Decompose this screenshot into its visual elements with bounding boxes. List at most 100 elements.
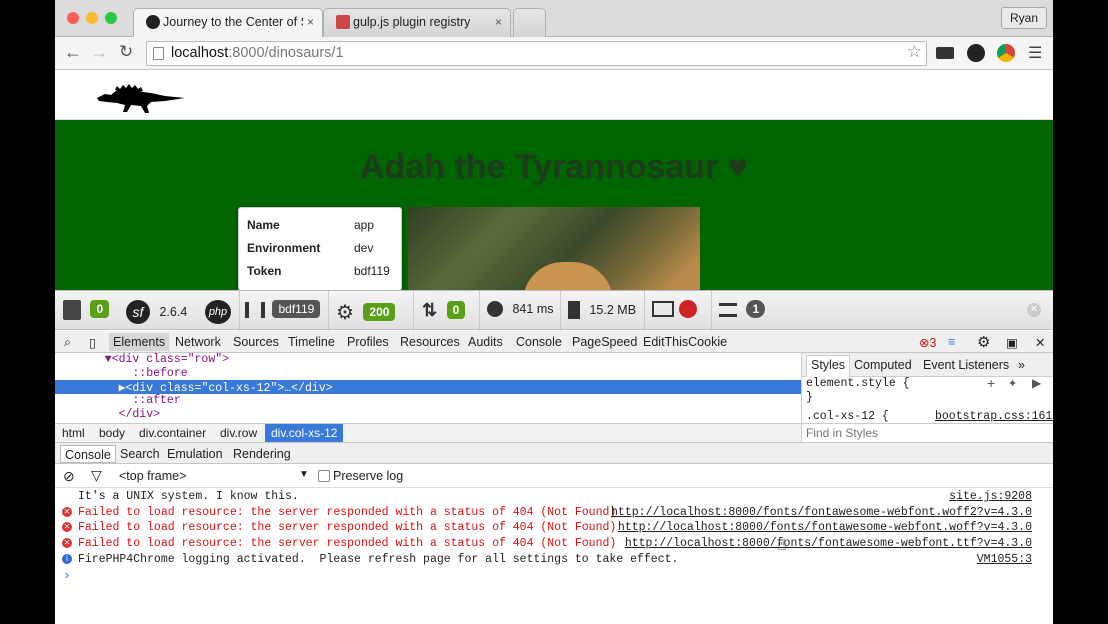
logs-panel[interactable]: 1 [719,300,766,322]
crumb-row[interactable]: div.row [220,426,257,440]
drawer-tab-console[interactable]: Console [60,445,116,463]
drawer-tab-search[interactable]: Search [120,447,160,461]
close-tab-icon[interactable]: × [495,15,502,29]
tab-timeline[interactable]: Timeline [288,335,335,349]
element-style-rule[interactable]: element.style { [806,377,910,390]
close-tab-icon[interactable]: × [307,15,314,29]
logs-list-icon [719,302,737,317]
tree-node[interactable]: </div> [91,408,801,422]
tree-node[interactable]: ▼<div class="row"> [91,353,801,367]
new-tab-button[interactable] [513,8,546,37]
css-rule-source-link[interactable]: bootstrap.css:1619 [935,410,1053,423]
console-drawer-icon[interactable]: ≡ [948,335,955,349]
address-bar[interactable]: localhost:8000/dinosaurs/1 ☆ [146,41,927,66]
console-error: ✕ Failed to load resource: the server re… [55,520,1053,536]
php-panel[interactable]: php [205,300,231,324]
tree-node[interactable]: ::after [91,394,801,408]
clipboard-icon [63,300,81,320]
ajax-panel[interactable]: ⇅ 0 [422,300,466,322]
error-count[interactable]: ⊗3 [919,335,936,350]
tab-resources[interactable]: Resources [400,335,460,349]
tab-journey[interactable]: Journey to the Center of Sy × [133,8,323,37]
flame-extension-icon[interactable] [967,44,985,62]
crumb-html[interactable]: html [62,426,85,440]
crumb-col-xs-12[interactable]: div.col-xs-12 [265,424,344,442]
close-window-icon[interactable] [67,12,79,24]
filter-icon[interactable]: ▽ [91,467,102,484]
close-toolbar-icon[interactable]: ✕ [1027,303,1041,317]
request-time: 841 ms [512,302,554,316]
divider [479,291,480,331]
find-in-styles-input[interactable] [802,423,1053,442]
preserve-log-checkbox[interactable] [318,470,330,482]
back-icon[interactable]: ← [64,42,82,63]
dinosaur-logo-icon[interactable] [95,84,187,116]
tab-network[interactable]: Network [175,335,221,349]
dock-icon[interactable]: ▣ [1006,335,1018,350]
ajax-badge: 0 [446,300,466,319]
tab-styles[interactable]: Styles [806,355,851,377]
add-rule-icon[interactable]: + [987,375,995,391]
tab-profiles[interactable]: Profiles [347,335,389,349]
chrome-extension-icon[interactable] [997,44,1015,62]
close-devtools-icon[interactable]: ✕ [1035,335,1045,350]
message-source-link[interactable]: http://localhost:8000/fonts/fontawesome-… [625,537,1032,550]
symfony-version-panel[interactable]: sf 2.6.4 [126,300,187,324]
tab-console[interactable]: Console [516,335,562,349]
email-panel[interactable] [652,300,698,322]
browser-window: Journey to the Center of Sy × gulp.js pl… [55,0,1053,624]
message-source-link[interactable]: site.js:9208 [949,490,1032,503]
zoom-window-icon[interactable] [105,12,117,24]
tab-editthiscookie[interactable]: EditThisCookie [643,335,727,349]
forward-icon[interactable]: → [90,42,108,63]
crumb-container[interactable]: div.container [139,426,206,440]
drawer-tab-emulation[interactable]: Emulation [167,447,223,461]
clear-console-icon[interactable]: ⊘ [63,468,75,485]
config-panel[interactable]: 0 [63,300,110,322]
star-icon[interactable]: ☆ [907,42,922,62]
stopwatch-icon [487,301,503,317]
drawer-tab-rendering[interactable]: Rendering [233,447,291,461]
drawer-tabbar: Console Search Emulation Rendering [55,442,1053,464]
profile-button[interactable]: Ryan [1000,7,1047,29]
request-panel[interactable]: bdf119 [245,300,325,322]
more-tabs-icon[interactable]: » [1018,358,1025,372]
device-mode-icon[interactable]: ▯ [89,335,96,350]
css-rule-selector[interactable]: .col-xs-12 { [806,410,889,423]
status-panel[interactable]: ⚙ 200 [336,300,396,324]
search-icon[interactable]: ⌕ [64,335,71,350]
memory-usage: 15.2 MB [589,303,637,317]
tree-node-selected[interactable]: ▶<div class="col-xs-12">…</div> [55,380,801,395]
frame-select[interactable]: <top frame> [119,469,186,483]
styles-pane: Styles Computed Event Listeners » elemen… [801,353,1053,442]
tree-node[interactable]: ::before [91,367,801,381]
tab-computed[interactable]: Computed [854,358,912,372]
crumb-body[interactable]: body [99,426,125,440]
console-prompt[interactable]: › [55,568,1053,584]
reload-icon[interactable]: ↻ [119,42,133,62]
settings-gear-icon[interactable]: ⚙ [977,333,990,351]
terminal-extension-icon[interactable] [936,47,954,59]
logs-badge: 1 [746,300,766,318]
tab-event-listeners[interactable]: Event Listeners [923,358,1009,372]
tab-audits[interactable]: Audits [468,335,503,349]
tab-sources[interactable]: Sources [233,335,279,349]
message-source-link[interactable]: http://localhost:8000/fonts/fontawesome-… [618,521,1032,534]
message-source-link[interactable]: VM1055:3 [977,553,1032,566]
menu-icon[interactable]: ☰ [1028,43,1042,63]
element-state-icon[interactable]: ✦ [1008,377,1017,390]
closing-brace: } [806,391,813,404]
error-icon: ✕ [62,522,72,532]
tab-elements[interactable]: Elements [109,333,170,351]
animation-icon[interactable]: ▶ [1032,376,1041,390]
tab-gulp[interactable]: gulp.js plugin registry × [323,8,511,37]
memory-panel[interactable]: 15.2 MB [568,301,636,323]
message-source-link[interactable]: http://localhost:8000/fonts/fontawesome-… [611,506,1032,519]
error-count-value: 3 [929,336,937,350]
tab-pagespeed[interactable]: PageSpeed [572,335,637,349]
popup-value: dev [354,241,374,255]
chevron-down-icon[interactable]: ▼ [299,469,309,480]
error-circle-icon: ⊗ [919,336,930,350]
time-panel[interactable]: 841 ms [487,301,553,323]
minimize-window-icon[interactable] [86,12,98,24]
